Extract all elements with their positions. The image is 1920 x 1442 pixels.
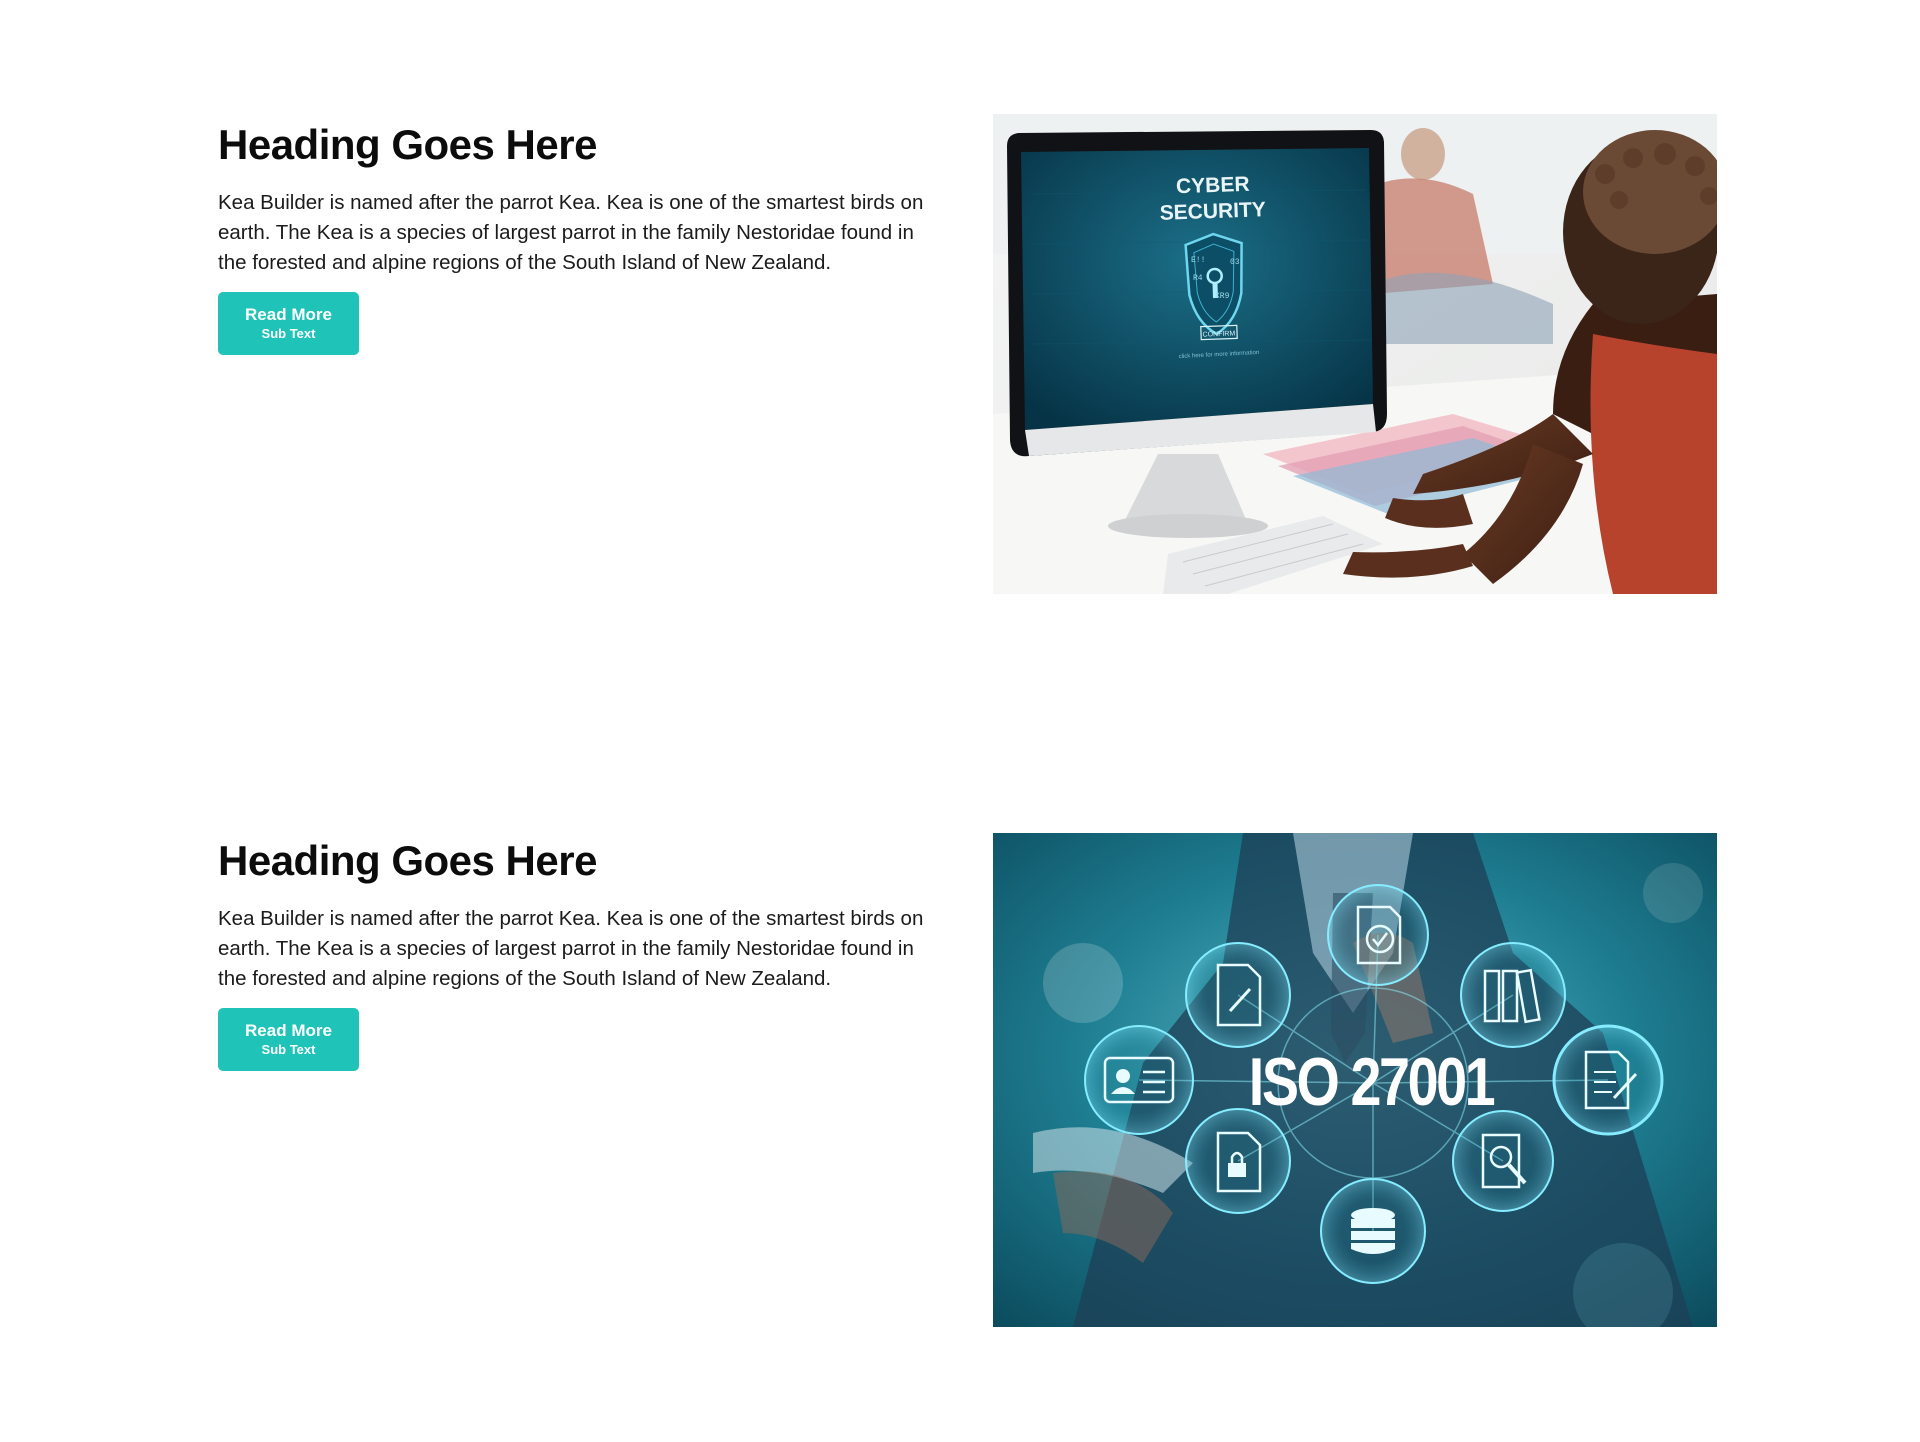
section-1-text-column: Heading Goes Here Kea Builder is named a… xyxy=(218,118,943,355)
screen-title-line2: SECURITY xyxy=(1159,198,1266,225)
screen-confirm-button: CONFIRM xyxy=(1202,330,1235,338)
cyber-security-image: CYBER SECURITY E!! 03 R4 XR9 CONFIRM cli… xyxy=(993,114,1717,594)
section-2-read-more-button[interactable]: Read More Sub Text xyxy=(218,1008,359,1071)
shield-code-1: E!! xyxy=(1191,256,1205,265)
pencil-document-icon xyxy=(1185,942,1291,1048)
edit-document-icon xyxy=(1552,1024,1664,1136)
iso-27001-image: ISO 27001 xyxy=(993,833,1717,1327)
section-2-heading: Heading Goes Here xyxy=(218,837,597,884)
iso-27001-label: ISO 27001 xyxy=(1249,1045,1494,1120)
section-1-body: Kea Builder is named after the parrot Ke… xyxy=(218,191,924,274)
read-more-label: Read More xyxy=(245,305,332,324)
section-2-body: Kea Builder is named after the parrot Ke… xyxy=(218,907,924,990)
id-card-icon xyxy=(1084,1025,1194,1135)
shield-code-4: XR9 xyxy=(1215,292,1230,301)
database-icon xyxy=(1320,1178,1426,1284)
section-1-heading: Heading Goes Here xyxy=(218,121,597,168)
locked-document-icon xyxy=(1185,1108,1291,1214)
section-1-read-more-button[interactable]: Read More Sub Text xyxy=(218,292,359,355)
read-more-sub-label: Sub Text xyxy=(261,1042,316,1057)
audit-clipboard-icon xyxy=(1452,1110,1554,1212)
read-more-label: Read More xyxy=(245,1021,332,1040)
binders-icon xyxy=(1460,942,1566,1048)
read-more-sub-label: Sub Text xyxy=(261,326,316,341)
shield-code-3: R4 xyxy=(1193,274,1203,283)
shield-code-2: 03 xyxy=(1230,258,1240,267)
screen-title-line1: CYBER xyxy=(1176,173,1250,199)
section-2-text-column: Heading Goes Here Kea Builder is named a… xyxy=(218,834,943,1071)
gear-document-icon xyxy=(1327,884,1429,986)
